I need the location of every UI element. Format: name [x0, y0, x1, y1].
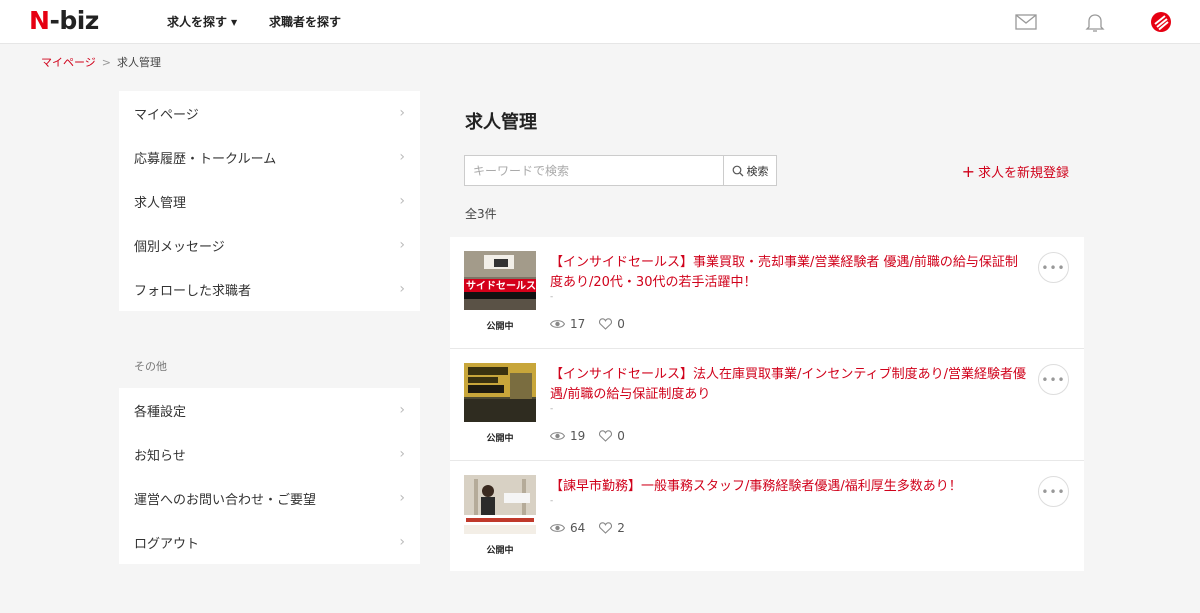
chevron-right-icon: ›: [399, 402, 405, 418]
job-subtitle: -: [550, 496, 554, 506]
job-thumbnail[interactable]: [464, 475, 536, 534]
add-job-button[interactable]: + 求人を新規登録: [962, 162, 1069, 181]
sidebar-item-job-management[interactable]: 求人管理 ›: [119, 179, 420, 223]
job-list-item: サイドセールス 公開中 【インサイドセールス】事業買取・売却事業/営業経験者 優…: [450, 237, 1084, 349]
eye-icon: [550, 432, 565, 440]
caret-down-icon: ▼: [231, 18, 238, 27]
search-button[interactable]: 検索: [723, 155, 777, 186]
sidebar-other-heading: その他: [134, 360, 167, 373]
like-count: 0: [599, 429, 625, 443]
eye-icon: [550, 524, 565, 532]
sidebar-item-notices[interactable]: お知らせ ›: [119, 432, 420, 476]
heart-icon: [599, 318, 613, 330]
sidebar-item-logout[interactable]: ログアウト ›: [119, 520, 420, 564]
status-badge: 公開中: [486, 546, 514, 556]
breadcrumb: マイページ > 求人管理: [41, 54, 161, 70]
chevron-right-icon: ›: [399, 446, 405, 462]
job-list-item: 公開中 【諫早市勤務】一般事務スタッフ/事務経験者優遇/福利厚生多数あり！ - …: [450, 461, 1084, 571]
heart-icon: [599, 522, 613, 534]
status-badge: 公開中: [486, 434, 514, 444]
job-thumbnail[interactable]: [464, 363, 536, 422]
nav-find-jobs[interactable]: 求人を探す ▼: [167, 13, 237, 30]
job-subtitle: -: [550, 292, 554, 302]
chevron-right-icon: ›: [399, 237, 405, 253]
status-badge: 公開中: [486, 322, 514, 332]
view-count: 19: [550, 429, 585, 443]
like-count: 0: [599, 317, 625, 331]
view-count: 17: [550, 317, 585, 331]
job-list: サイドセールス 公開中 【インサイドセールス】事業買取・売却事業/営業経験者 優…: [450, 237, 1084, 571]
plus-icon: +: [961, 162, 975, 181]
heart-icon: [599, 430, 613, 442]
site-logo[interactable]: N-biz: [29, 6, 99, 35]
view-count: 64: [550, 521, 585, 535]
job-stats: 17 0: [550, 317, 639, 331]
mail-icon[interactable]: [1014, 10, 1038, 34]
more-dots-icon: •••: [1041, 372, 1066, 387]
sidebar-item-messages[interactable]: 個別メッセージ ›: [119, 223, 420, 267]
search-icon: [732, 165, 743, 176]
page-title: 求人管理: [465, 112, 537, 133]
search-input[interactable]: [464, 155, 723, 186]
sidebar-item-contact[interactable]: 運営へのお問い合わせ・ご要望 ›: [119, 476, 420, 520]
job-stats: 19 0: [550, 429, 639, 443]
chevron-right-icon: ›: [399, 490, 405, 506]
sidebar-item-applications[interactable]: 応募履歴・トークルーム ›: [119, 135, 420, 179]
chevron-right-icon: ›: [399, 105, 405, 121]
job-title-link[interactable]: 【諫早市勤務】一般事務スタッフ/事務経験者優遇/福利厚生多数あり！: [550, 477, 1030, 497]
bell-icon[interactable]: [1083, 10, 1107, 34]
result-count: 全3件: [465, 207, 497, 221]
breadcrumb-separator: >: [101, 56, 111, 69]
chevron-right-icon: ›: [399, 534, 405, 550]
breadcrumb-current: 求人管理: [117, 56, 161, 69]
job-list-item: 公開中 【インサイドセールス】法人在庫買取事業/インセンティブ制度あり/営業経験…: [450, 349, 1084, 461]
job-stats: 64 2: [550, 521, 639, 535]
sidebar-item-mypage[interactable]: マイページ ›: [119, 91, 420, 135]
more-options-button[interactable]: •••: [1038, 364, 1069, 395]
more-dots-icon: •••: [1041, 484, 1066, 499]
more-dots-icon: •••: [1041, 260, 1066, 275]
top-header: N-biz 求人を探す ▼ 求職者を探す: [0, 0, 1200, 44]
search-bar: 検索: [464, 155, 777, 186]
chevron-right-icon: ›: [399, 149, 405, 165]
sidebar-other-menu: 各種設定 › お知らせ › 運営へのお問い合わせ・ご要望 › ログアウト ›: [119, 388, 420, 564]
job-title-link[interactable]: 【インサイドセールス】法人在庫買取事業/インセンティブ制度あり/営業経験者優遇/…: [550, 365, 1030, 405]
svg-text:サイドセールス: サイドセールス: [466, 280, 536, 292]
more-options-button[interactable]: •••: [1038, 252, 1069, 283]
sidebar-item-followed-candidates[interactable]: フォローした求職者 ›: [119, 267, 420, 311]
nav-find-candidates[interactable]: 求職者を探す: [269, 13, 341, 30]
more-options-button[interactable]: •••: [1038, 476, 1069, 507]
job-thumbnail[interactable]: サイドセールス: [464, 251, 536, 310]
like-count: 2: [599, 521, 625, 535]
chevron-right-icon: ›: [399, 193, 405, 209]
breadcrumb-mypage[interactable]: マイページ: [41, 56, 96, 69]
eye-icon: [550, 320, 565, 328]
sidebar-item-settings[interactable]: 各種設定 ›: [119, 388, 420, 432]
account-logo-icon[interactable]: [1149, 10, 1173, 34]
job-subtitle: -: [550, 404, 554, 414]
sidebar-main-menu: マイページ › 応募履歴・トークルーム › 求人管理 › 個別メッセージ › フォローし…: [119, 91, 420, 311]
job-title-link[interactable]: 【インサイドセールス】事業買取・売却事業/営業経験者 優遇/前職の給与保証制度あ…: [550, 253, 1030, 293]
chevron-right-icon: ›: [399, 281, 405, 297]
